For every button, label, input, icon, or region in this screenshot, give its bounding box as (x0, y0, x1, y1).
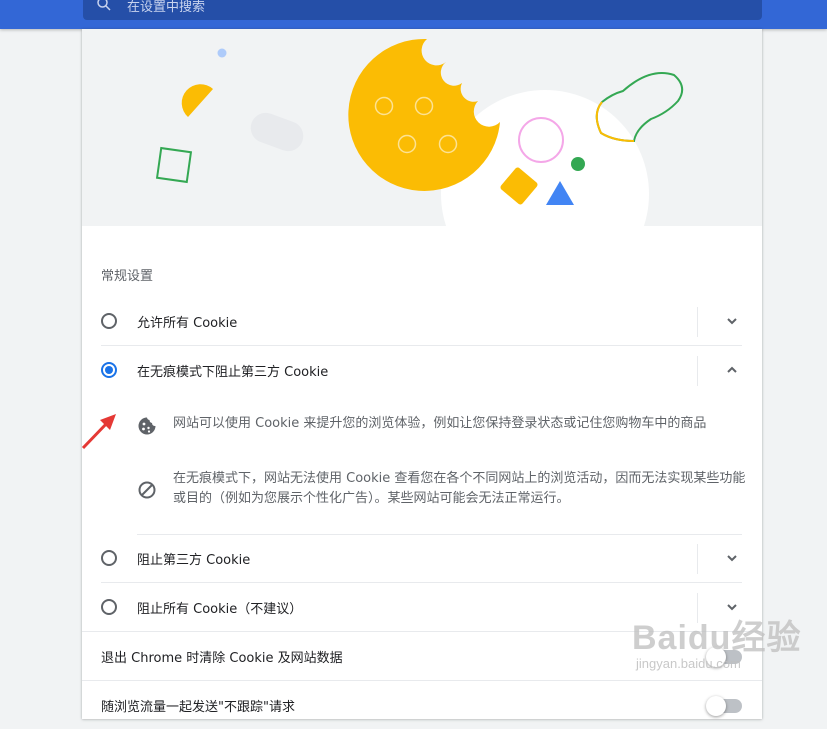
option-label: 阻止所有 Cookie（不建议） (137, 602, 303, 617)
block-icon (138, 481, 156, 499)
option-label: 阻止第三方 Cookie (137, 553, 251, 568)
divider (697, 307, 698, 337)
do-not-track-toggle[interactable] (706, 696, 742, 716)
radio-block-third-party[interactable] (101, 550, 117, 566)
option-block-third-party-incognito[interactable]: 在无痕模式下阻止第三方 Cookie (82, 346, 762, 394)
search-box[interactable]: 在设置中搜索 (83, 0, 762, 20)
radio-block-third-party-incognito[interactable] (101, 362, 117, 378)
radio-allow-all[interactable] (101, 313, 117, 329)
search-input[interactable]: 在设置中搜索 (127, 0, 205, 15)
chevron-down-icon[interactable] (725, 551, 739, 565)
cookie-illustration (82, 29, 762, 226)
option-block-third-party[interactable]: 阻止第三方 Cookie (82, 534, 762, 582)
toggle-label: 随浏览流量一起发送"不跟踪"请求 (101, 700, 295, 715)
detail-text: 网站可以使用 Cookie 来提升您的浏览体验，例如让您保持登录状态或记住您购物… (173, 416, 707, 431)
cookie-icon (138, 417, 156, 435)
detail-item: 网站可以使用 Cookie 来提升您的浏览体验，例如让您保持登录状态或记住您购物… (137, 413, 747, 443)
chevron-down-icon[interactable] (725, 314, 739, 328)
toggle-knob (706, 696, 726, 716)
divider (697, 544, 698, 574)
option-label: 允许所有 Cookie (137, 316, 238, 331)
watermark-url: jingyan.baidu.com (636, 656, 741, 671)
annotation-arrow (81, 414, 116, 450)
chevron-up-icon[interactable] (725, 363, 739, 377)
detail-item: 在无痕模式下，网站无法使用 Cookie 查看您在各个不同网站上的浏览活动，因而… (137, 469, 747, 513)
toggle-label: 退出 Chrome 时清除 Cookie 及网站数据 (101, 651, 343, 666)
radio-block-all[interactable] (101, 599, 117, 615)
baidu-watermark: Baidu经验 jingyan.baidu.com (632, 610, 822, 690)
divider (697, 356, 698, 386)
watermark-brand: Baidu经验 (632, 619, 802, 657)
search-icon (97, 0, 111, 11)
toolbar: 在设置中搜索 (0, 0, 827, 29)
section-title: 常规设置 (101, 269, 154, 284)
detail-text: 在无痕模式下，网站无法使用 Cookie 查看您在各个不同网站上的浏览活动，因而… (173, 471, 746, 506)
option-label: 在无痕模式下阻止第三方 Cookie (137, 365, 329, 380)
option-allow-all[interactable]: 允许所有 Cookie (82, 297, 762, 345)
